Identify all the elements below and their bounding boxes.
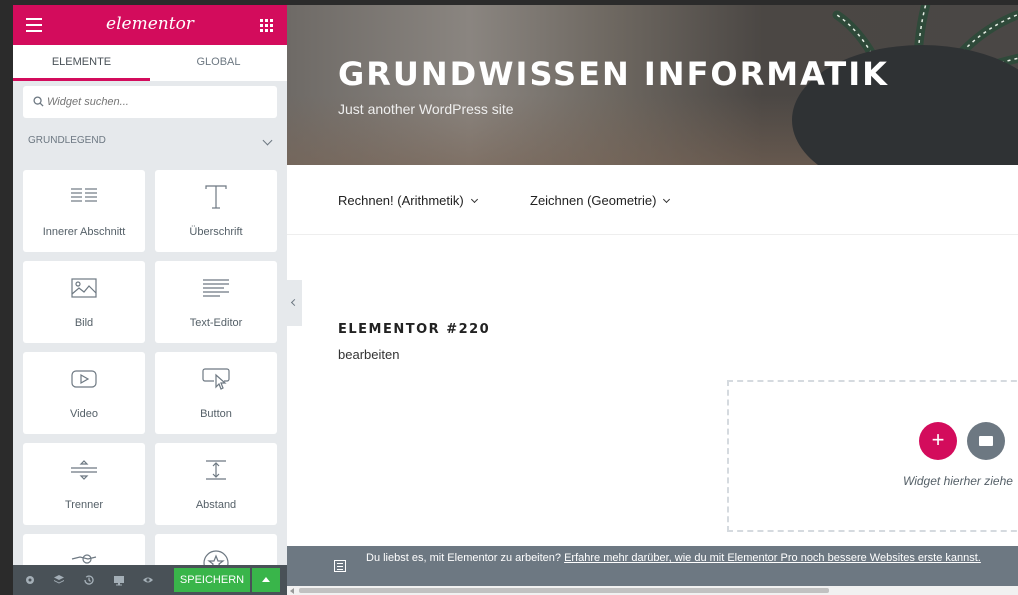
scroll-left-icon[interactable] [290,588,294,594]
promo-notice-bar: Du liebst es, mit Elementor zu arbeiten?… [287,546,1018,586]
widget-image[interactable]: Bild [23,261,145,343]
widget-label: Abstand [195,499,237,511]
app-window: elementor ELEMENTE GLOBAL GRUNDLEGEND [0,0,1018,595]
panel-collapse-handle[interactable] [287,280,302,326]
tab-global[interactable]: GLOBAL [150,45,287,81]
save-options-button[interactable] [252,568,280,592]
promo-text: Du liebst es, mit Elementor zu arbeiten?… [366,552,1018,565]
post-title: ELEMENTOR #220 [338,322,491,337]
site-title[interactable]: GRUNDWISSEN INFORMATIK [338,55,889,93]
widget-video[interactable]: Video [23,352,145,434]
chevron-down-icon [262,135,273,146]
widget-label: Innerer Abschnitt [42,226,126,238]
add-template-button[interactable] [967,422,1005,460]
widget-divider[interactable]: Trenner [23,443,145,525]
video-icon [69,366,99,392]
text-editor-icon [201,275,231,301]
heading-icon [201,184,231,210]
widget-dropzone[interactable]: + Widget hierher ziehe [727,380,1018,532]
navigator-icon[interactable] [53,574,65,586]
spacer-icon [201,457,231,483]
chevron-left-icon [290,298,299,307]
scrollbar-thumb[interactable] [299,588,829,593]
panel-tabs: ELEMENTE GLOBAL [13,45,287,81]
panel-header: elementor [13,5,287,45]
history-icon[interactable] [83,574,95,586]
elementor-logo: elementor [106,14,194,34]
widget-grid: Innerer Abschnitt Überschrift Bild Text-… [23,170,279,595]
widget-label: Trenner [64,499,104,511]
settings-icon[interactable] [24,574,36,586]
divider-icon [69,457,99,483]
widget-label: Button [200,408,232,420]
widget-inner-section[interactable]: Innerer Abschnitt [23,170,145,252]
editor-panel: elementor ELEMENTE GLOBAL GRUNDLEGEND [13,5,287,595]
page-preview: GRUNDWISSEN INFORMATIK Just another Word… [287,5,1018,595]
add-section-button[interactable]: + [919,422,957,460]
chevron-down-icon [470,195,478,203]
widget-label: Überschrift [189,226,243,238]
responsive-icon[interactable] [113,574,125,586]
site-header-image: GRUNDWISSEN INFORMATIK Just another Word… [287,5,1018,165]
widget-search [23,86,277,118]
horizontal-scrollbar[interactable] [287,586,1018,595]
elementor-icon [334,560,346,572]
tab-elements[interactable]: ELEMENTE [13,45,150,81]
widget-label: Text-Editor [189,317,243,329]
panel-footer: SPEICHERN [13,565,287,595]
widgets-grid-icon[interactable] [260,19,273,32]
chevron-down-icon [663,195,671,203]
caret-up-icon [262,577,270,582]
site-tagline: Just another WordPress site [338,101,514,117]
search-input[interactable] [47,86,267,118]
save-button[interactable]: SPEICHERN [174,568,250,592]
nav-item-label: Zeichnen (Geometrie) [530,193,657,208]
folder-icon [979,436,993,446]
nav-item-geometrie[interactable]: Zeichnen (Geometrie) [530,193,671,208]
widget-spacer[interactable]: Abstand [155,443,277,525]
button-icon [201,366,231,392]
widget-text-editor[interactable]: Text-Editor [155,261,277,343]
section-title: GRUNDLEGEND [28,135,106,146]
edit-link[interactable]: bearbeiten [338,347,399,362]
image-icon [69,275,99,301]
section-basic-header[interactable]: GRUNDLEGEND [13,127,287,155]
inner-section-icon [69,184,99,210]
nav-item-arithmetik[interactable]: Rechnen! (Arithmetik) [338,193,478,208]
widget-heading[interactable]: Überschrift [155,170,277,252]
widget-label: Video [70,408,98,420]
nav-item-label: Rechnen! (Arithmetik) [338,193,464,208]
promo-message: Du liebst es, mit Elementor zu arbeiten? [366,552,565,564]
preview-icon[interactable] [142,574,154,586]
search-icon [33,96,44,107]
widget-button[interactable]: Button [155,352,277,434]
widget-label: Bild [74,317,94,329]
site-navigation: Rechnen! (Arithmetik) Zeichnen (Geometri… [287,165,1018,235]
promo-link[interactable]: Erfahre mehr darüber, wie du mit Element… [564,552,981,564]
dropzone-hint: Widget hierher ziehe [903,474,1013,488]
